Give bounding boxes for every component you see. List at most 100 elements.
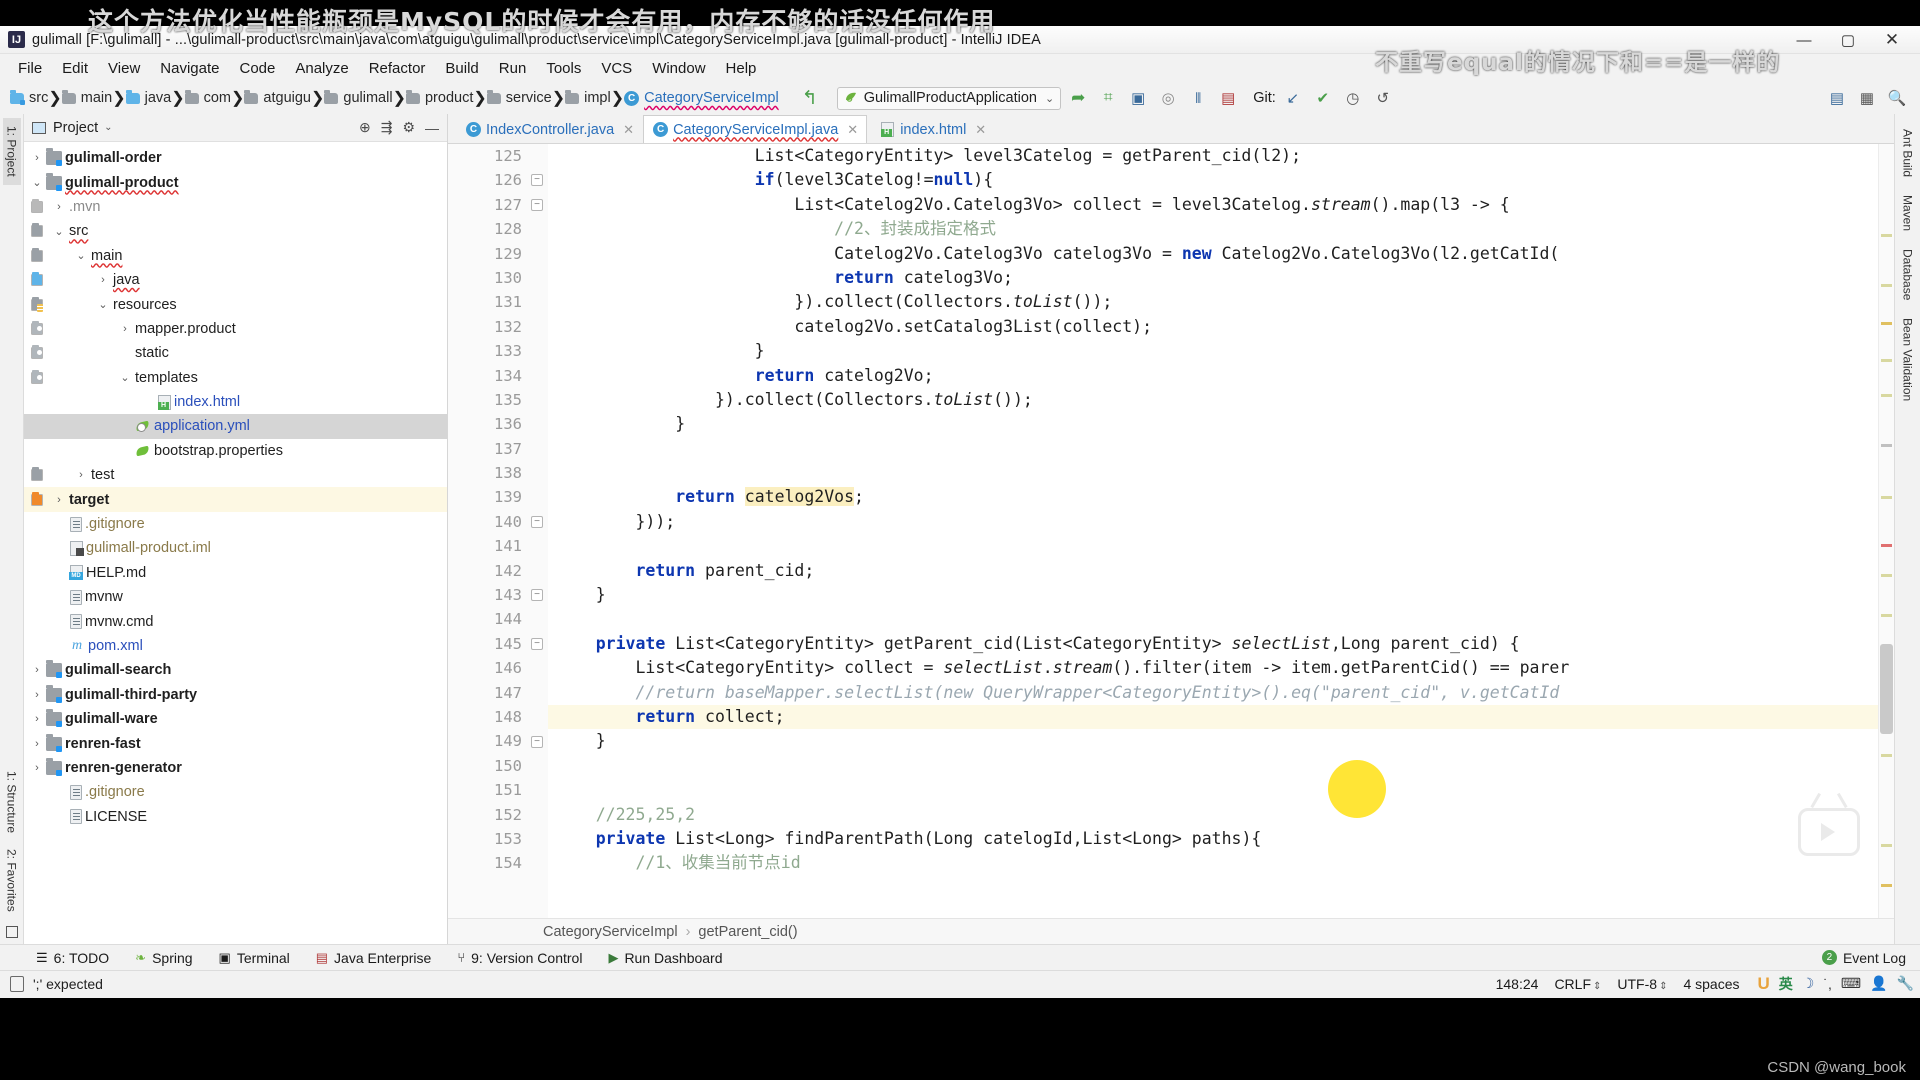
chevron-right-icon[interactable]: › [96,274,110,286]
close-icon[interactable]: ✕ [975,122,986,138]
error-marker-gutter[interactable] [1878,144,1894,918]
menu-item-edit[interactable]: Edit [52,57,98,80]
attach-icon[interactable]: ⦀ [1185,86,1211,110]
rail-item-ant-build[interactable]: Ant Build [1900,120,1916,186]
breadcrumb-java[interactable]: java [125,89,171,106]
code-marker[interactable] [1881,884,1892,887]
run-with-coverage-icon[interactable]: ▣ [1125,86,1151,110]
ime-moon-icon[interactable]: ☽ [1802,975,1815,992]
code-line[interactable]: })); [548,510,1878,534]
code-marker[interactable] [1881,754,1892,757]
ime-ubuntu-icon[interactable]: U [1758,974,1770,994]
back-arrow-icon[interactable]: ↰ [797,86,823,110]
breadcrumb-method[interactable]: getParent_cid() [698,924,797,940]
code-marker[interactable] [1881,444,1892,447]
fold-toggle-icon[interactable]: − [531,198,543,211]
breadcrumb-service[interactable]: service [486,89,552,106]
tree-node-src[interactable]: ⌄ src [24,219,447,243]
chevron-right-icon[interactable]: › [30,762,44,774]
code-line[interactable] [548,754,1878,778]
rail-item-maven[interactable]: Maven [1900,186,1916,240]
code-line[interactable]: List<Catelog2Vo.Catelog3Vo> collect = le… [548,193,1878,217]
code-line[interactable]: } [548,729,1878,753]
code-marker[interactable] [1881,322,1892,325]
tab-categoryserviceimpl[interactable]: C CategoryServiceImpl.java ✕ [643,115,868,143]
chevron-right-icon[interactable]: › [30,689,44,701]
chevron-right-icon[interactable]: › [118,323,132,335]
chevron-right-icon[interactable]: › [30,713,44,725]
chevron-right-icon[interactable]: › [74,469,88,481]
project-tree[interactable]: › gulimall-order ⌄ gulimall-product › .mvn ⌄ sr… [24,142,447,944]
tree-node-gulimall-search[interactable]: › gulimall-search [24,658,447,682]
rail-item-database[interactable]: Database [1900,240,1916,309]
profile-icon[interactable]: ◎ [1155,86,1181,110]
tool-window-terminal[interactable]: ▣ Terminal [219,950,290,966]
code-line[interactable]: } [548,583,1878,607]
chevron-right-icon[interactable]: › [30,738,44,750]
tree-node-mvnw[interactable]: mvnw [24,585,447,609]
code-line[interactable]: return collect; [548,704,1878,730]
fold-toggle-icon[interactable]: − [531,638,543,650]
tree-node-application-yml[interactable]: application.yml [24,414,447,439]
code-marker[interactable] [1881,359,1892,362]
chevron-right-icon[interactable]: › [30,152,44,164]
tree-node-pom-xml[interactable]: m pom.xml [24,634,447,658]
chevron-right-icon[interactable]: › [52,494,66,506]
tree-node-templates[interactable]: ⌄ templates [24,366,447,390]
tree-node-gitignore[interactable]: .gitignore [24,512,447,536]
close-icon[interactable]: ✕ [623,122,634,138]
tab-indexcontroller[interactable]: C IndexController.java ✕ [456,115,643,143]
menu-item-tools[interactable]: Tools [536,57,591,80]
menu-item-vcs[interactable]: VCS [591,57,642,80]
tool-window-spring[interactable]: ❧ Spring [135,950,192,966]
code-line[interactable]: return parent_cid; [548,559,1878,583]
fold-toggle-icon[interactable]: − [531,589,543,602]
code-line[interactable]: return catelog3Vo; [548,266,1878,290]
code-line[interactable]: //1、收集当前节点id [548,851,1878,875]
tree-node-license[interactable]: LICENSE [24,805,447,829]
code-line[interactable]: } [548,412,1878,436]
tree-node-target[interactable]: › target [24,487,447,512]
editor-scrollbar-thumb[interactable] [1880,644,1893,734]
collapse-all-icon[interactable]: ⇶ [381,119,393,136]
chevron-down-icon[interactable]: ⌄ [30,176,44,189]
line-separator[interactable]: CRLF ⇕ [1554,976,1601,992]
code-line[interactable] [548,607,1878,631]
tree-node-gulimall-order[interactable]: › gulimall-order [24,146,447,170]
ime-keyboard-icon[interactable]: ⌨ [1841,975,1861,992]
breadcrumb-class[interactable]: CategoryServiceImpl [543,924,678,940]
breadcrumb-src[interactable]: src [10,89,48,106]
fold-toggle-icon[interactable]: − [531,735,543,748]
breadcrumb-main[interactable]: main [61,89,112,106]
code-marker[interactable] [1881,574,1892,577]
tree-node-gulimall-product-iml[interactable]: gulimall-product.iml [24,536,447,560]
chevron-down-icon[interactable]: ⌄ [118,371,132,384]
commit-icon[interactable]: ✔ [1310,86,1336,110]
code-line[interactable] [548,461,1878,485]
tree-node-gulimall-third-party[interactable]: › gulimall-third-party [24,683,447,707]
settings-icon[interactable]: ⚙ [402,119,415,136]
tree-node-test[interactable]: › test [24,463,447,487]
code-line[interactable]: if(level3Catelog!=null){ [548,168,1878,192]
code-line[interactable]: } [548,339,1878,363]
tool-window-java-enterprise[interactable]: ▤ Java Enterprise [316,950,432,966]
menu-item-refactor[interactable]: Refactor [359,57,436,80]
run-configuration-selector[interactable]: GulimallProductApplication ⌄ [836,86,1062,110]
tree-node-renren-fast[interactable]: › renren-fast [24,731,447,755]
menu-item-file[interactable]: File [8,57,52,80]
fold-toggle-icon[interactable]: − [531,516,543,528]
menu-item-help[interactable]: Help [716,57,767,80]
code-line[interactable]: //2、封装成指定格式 [548,217,1878,241]
tree-node-mvn[interactable]: › .mvn [24,195,447,219]
ime-punct-icon[interactable]: ˙, [1823,976,1832,992]
rail-item-project[interactable]: 1: Project [2,118,21,185]
rail-item-structure[interactable]: 1: Structure [3,763,21,841]
tree-node-index-html[interactable]: index.html [24,390,447,414]
fold-toggle-icon[interactable]: − [531,174,543,187]
tree-node-static[interactable]: static [24,341,447,365]
event-log-button[interactable]: 2 Event Log [1821,950,1906,966]
code-line[interactable]: }).collect(Collectors.toList()); [548,388,1878,412]
code-line[interactable]: private List<Long> findParentPath(Long c… [548,827,1878,851]
code-line[interactable]: //225,25,2 [548,803,1878,827]
code-line[interactable] [548,437,1878,461]
